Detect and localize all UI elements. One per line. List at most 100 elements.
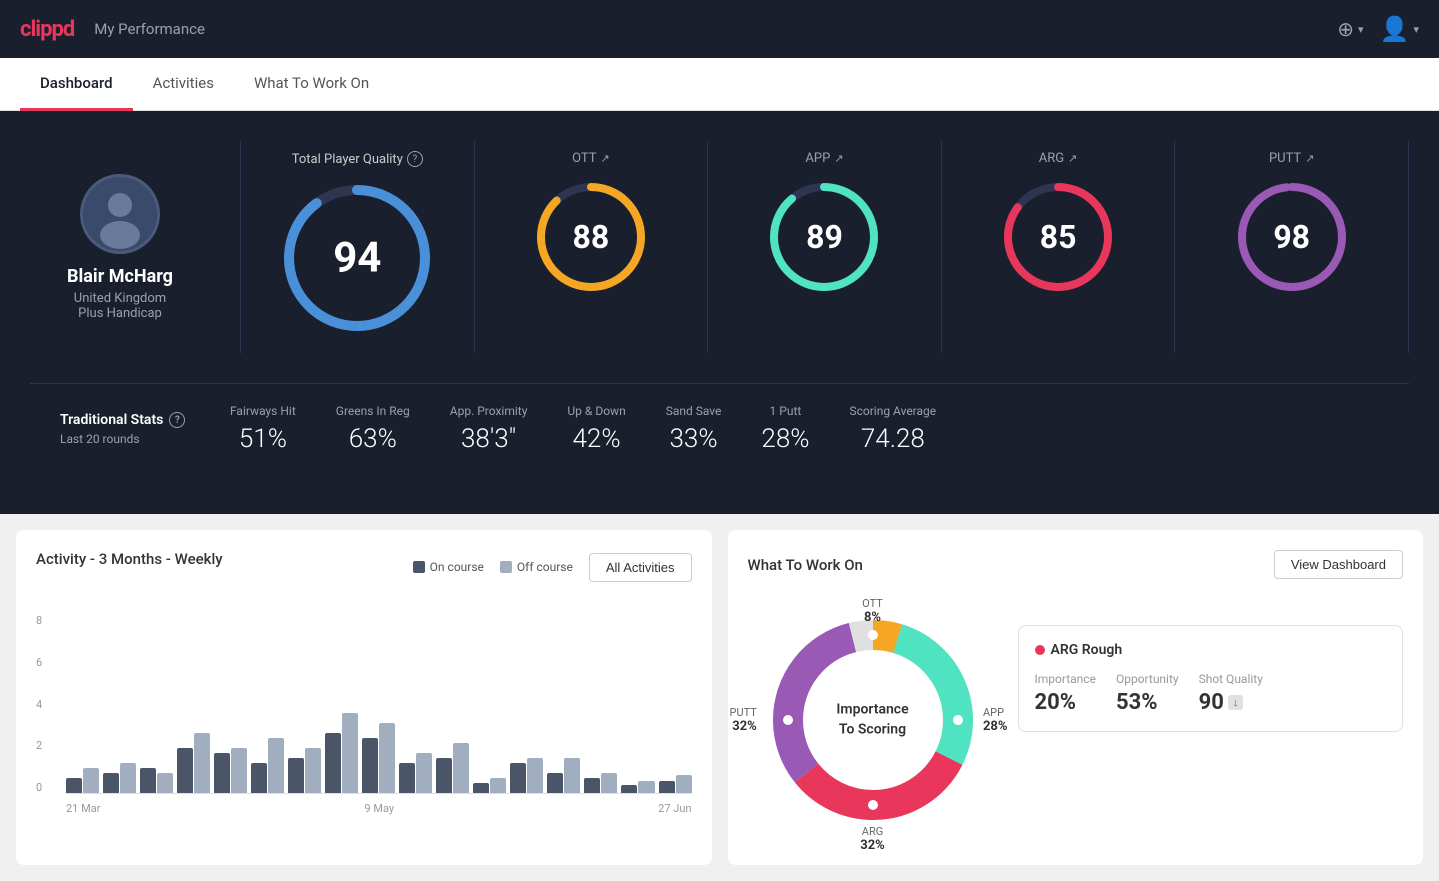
stat-up-and-down: Up & Down 42% (567, 404, 625, 454)
chart-legend: On course Off course (413, 560, 573, 574)
traditional-stats: Traditional Stats ? Last 20 rounds Fairw… (30, 383, 1409, 474)
bar-dark (399, 763, 415, 793)
work-on-title: What To Work On (748, 556, 863, 574)
work-on-header: What To Work On View Dashboard (748, 550, 1404, 579)
bar-light (638, 781, 654, 793)
user-avatar-icon[interactable]: 👤 ▾ (1380, 15, 1419, 43)
header-right: ⊕ ▾ 👤 ▾ (1337, 15, 1419, 43)
detail-metrics: Importance 20% Opportunity 53% Shot Qual… (1035, 672, 1387, 715)
stat-sand-save: Sand Save 33% (666, 404, 722, 454)
detail-title-dot (1035, 645, 1045, 655)
chart-area: 0 2 4 6 8 (36, 614, 692, 815)
bar-dark (584, 778, 600, 793)
ott-label: OTT ↗ (572, 151, 610, 166)
tab-dashboard[interactable]: Dashboard (20, 58, 133, 111)
bar-group (399, 753, 432, 793)
ott-circle: 88 (531, 177, 651, 297)
legend-on-course-dot (413, 561, 425, 573)
stat-1-putt: 1 Putt 28% (761, 404, 809, 454)
app-circle: 89 (764, 177, 884, 297)
header-title: My Performance (94, 20, 205, 38)
opportunity-metric: Opportunity 53% (1116, 672, 1179, 715)
detail-card-title: ARG Rough (1035, 642, 1387, 658)
bar-light (490, 778, 506, 793)
bar-group (547, 758, 580, 793)
bar-light (120, 763, 136, 793)
work-on-card: What To Work On View Dashboard (728, 530, 1424, 865)
bar-dark (621, 785, 637, 793)
bar-light (527, 758, 543, 793)
putt-circle: 98 (1232, 177, 1352, 297)
trad-stats-subtitle: Last 20 rounds (60, 432, 210, 446)
bar-light (676, 775, 692, 793)
bar-group (362, 723, 395, 793)
bar-dark (140, 768, 156, 793)
bar-group (288, 748, 321, 793)
ott-donut-label: OTT 8% (862, 597, 883, 625)
detail-section: ARG Rough Importance 20% Opportunity 53%… (1018, 615, 1404, 845)
tabs-bar: Dashboard Activities What To Work On (0, 58, 1439, 111)
bar-light (453, 743, 469, 793)
putt-donut-label: PUTT 32% (730, 706, 757, 734)
tab-activities[interactable]: Activities (133, 58, 234, 111)
ott-card: OTT ↗ 88 (475, 141, 709, 353)
bar-dark (66, 778, 82, 793)
trad-stats-label: Traditional Stats ? Last 20 rounds (60, 412, 210, 446)
legend-on-course: On course (413, 560, 484, 574)
work-on-content: ImportanceTo Scoring OTT 8% APP 28% ARG … (748, 595, 1404, 845)
putt-card: PUTT ↗ 98 (1175, 141, 1409, 353)
perf-top: Blair McHarg United Kingdom Plus Handica… (30, 141, 1409, 353)
stat-fairways-hit: Fairways Hit 51% (230, 404, 296, 454)
legend-off-course: Off course (500, 560, 573, 574)
stat-greens-in-reg: Greens In Reg 63% (336, 404, 410, 454)
activity-chart-title: Activity - 3 Months - Weekly (36, 550, 223, 568)
donut-center-label: ImportanceTo Scoring (836, 700, 908, 739)
bar-group (621, 781, 654, 793)
header: clippd My Performance ⊕ ▾ 👤 ▾ (0, 0, 1439, 58)
shot-quality-badge: ↓ (1228, 695, 1244, 710)
arg-value: 85 (1040, 218, 1077, 256)
bar-dark (288, 758, 304, 793)
app-arrow-icon: ↗ (834, 152, 843, 165)
bar-light (601, 773, 617, 793)
bar-light (268, 738, 284, 793)
bar-light (83, 768, 99, 793)
tab-what-to-work-on[interactable]: What To Work On (234, 58, 389, 111)
player-handicap: Plus Handicap (78, 306, 162, 321)
bar-group (66, 768, 99, 793)
bar-light (416, 753, 432, 793)
bar-group (177, 733, 210, 793)
app-value: 89 (806, 218, 843, 256)
bar-light (305, 748, 321, 793)
putt-arrow-icon: ↗ (1305, 152, 1314, 165)
add-icon[interactable]: ⊕ ▾ (1337, 17, 1363, 41)
bar-dark (510, 763, 526, 793)
bar-group (214, 748, 247, 793)
player-name: Blair McHarg (67, 266, 173, 287)
putt-value: 98 (1273, 218, 1310, 256)
arg-circle: 85 (998, 177, 1118, 297)
shot-quality-metric: Shot Quality 90 ↓ (1199, 672, 1263, 715)
bar-dark (659, 781, 675, 793)
trad-stats-title: Traditional Stats ? (60, 412, 210, 428)
bar-light (564, 758, 580, 793)
total-quality-info-icon[interactable]: ? (407, 151, 423, 167)
bar-group (510, 758, 543, 793)
bar-dark (251, 763, 267, 793)
arg-card: ARG ↗ 85 (942, 141, 1176, 353)
bar-dark (436, 758, 452, 793)
app-label: APP ↗ (805, 151, 843, 166)
all-activities-button[interactable]: All Activities (589, 553, 692, 582)
arg-rough-detail-card: ARG Rough Importance 20% Opportunity 53%… (1018, 625, 1404, 732)
header-left: clippd My Performance (20, 17, 205, 42)
trad-stats-info-icon[interactable]: ? (169, 412, 185, 428)
bar-group (325, 713, 358, 793)
bar-dark (177, 748, 193, 793)
bar-light (231, 748, 247, 793)
avatar (80, 174, 160, 254)
legend-off-course-dot (500, 561, 512, 573)
view-dashboard-button[interactable]: View Dashboard (1274, 550, 1403, 579)
ott-value: 88 (573, 218, 610, 256)
bar-group (473, 778, 506, 793)
bar-dark (103, 773, 119, 793)
